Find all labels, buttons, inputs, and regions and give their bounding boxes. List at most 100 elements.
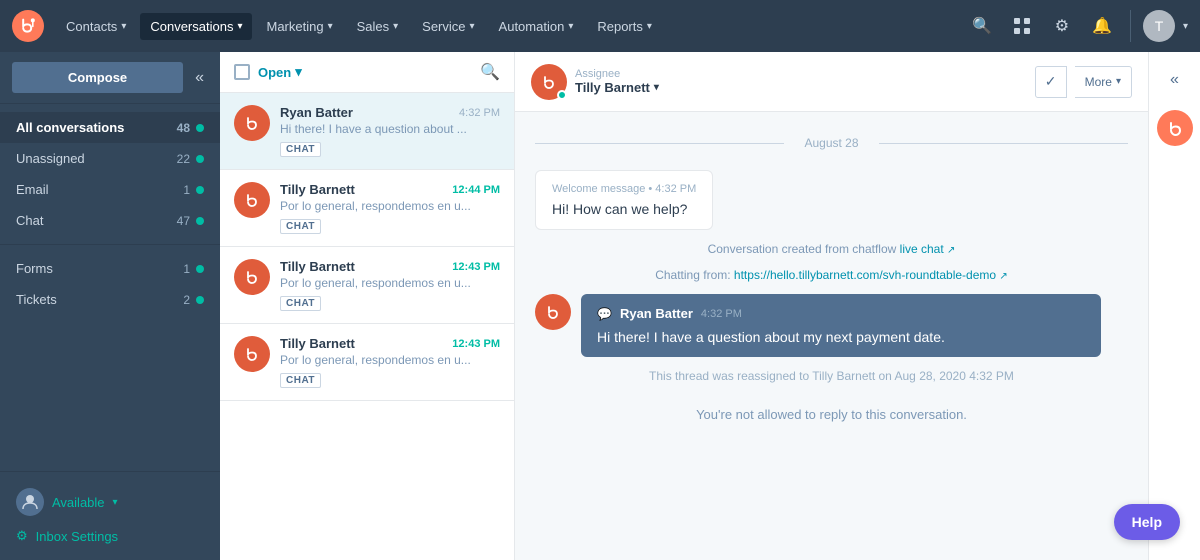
avatar: [234, 105, 270, 141]
sidebar-item-email[interactable]: Email 1: [0, 174, 220, 205]
chatflow-url-link[interactable]: https://hello.tillybarnett.com/svh-round…: [734, 268, 1008, 282]
chevron-down-icon: ▾: [121, 21, 126, 32]
user-message-avatar: [535, 294, 571, 330]
nav-divider: [1130, 10, 1131, 42]
gear-icon: ⚙: [16, 528, 28, 544]
no-reply-message: You're not allowed to reply to this conv…: [535, 395, 1128, 434]
hubspot-right-icon[interactable]: [1157, 110, 1193, 146]
chevron-down-icon: ▾: [328, 21, 333, 32]
assignee-name-button[interactable]: Tilly Barnett ▾: [575, 80, 659, 95]
search-icon[interactable]: 🔍: [966, 10, 998, 42]
conv-content: Tilly Barnett 12:43 PM Por lo general, r…: [280, 336, 500, 388]
select-all-checkbox[interactable]: [234, 64, 250, 80]
more-actions-button[interactable]: More ▾: [1075, 66, 1132, 98]
hubspot-logo[interactable]: [12, 10, 44, 42]
nav-item-service[interactable]: Service ▾: [412, 13, 484, 40]
external-link-icon: ↗: [999, 271, 1007, 282]
nav-item-sales[interactable]: Sales ▾: [347, 13, 409, 40]
avatar: [234, 336, 270, 372]
system-message-url: Chatting from: https://hello.tillybarnet…: [535, 268, 1128, 282]
search-conversations-button[interactable]: 🔍: [480, 62, 500, 82]
conv-content: Ryan Batter 4:32 PM Hi there! I have a q…: [280, 105, 500, 157]
nav-item-marketing[interactable]: Marketing ▾: [256, 13, 342, 40]
nav-icons: 🔍 ⚙ 🔔 T ▾: [966, 10, 1188, 42]
user-message-bubble: 💬 Ryan Batter 4:32 PM Hi there! I have a…: [581, 294, 1101, 357]
available-status-button[interactable]: Available ▾: [16, 482, 204, 522]
user-message-header: 💬 Ryan Batter 4:32 PM: [597, 306, 1085, 321]
top-nav: Contacts ▾ Conversations ▾ Marketing ▾ S…: [0, 0, 1200, 52]
reassign-message: This thread was reassigned to Tilly Barn…: [535, 369, 1128, 383]
chat-body: August 28 Welcome message • 4:32 PM Hi! …: [515, 112, 1148, 560]
chat-header: Assignee Tilly Barnett ▾ ✓ More ▾: [515, 52, 1148, 112]
chevron-down-icon: ▾: [1116, 76, 1121, 87]
message-meta: Welcome message • 4:32 PM: [552, 183, 696, 195]
avatar: [234, 182, 270, 218]
collapse-sidebar-button[interactable]: «: [191, 65, 208, 91]
sidebar-divider: [0, 244, 220, 245]
compose-row: Compose «: [0, 52, 220, 104]
conversation-item[interactable]: Tilly Barnett 12:43 PM Por lo general, r…: [220, 324, 514, 401]
sidebar-item-forms[interactable]: Forms 1: [0, 253, 220, 284]
resolve-button[interactable]: ✓: [1035, 66, 1067, 98]
right-panel: «: [1148, 52, 1200, 560]
compose-button[interactable]: Compose: [12, 62, 183, 93]
sidebar-item-chat[interactable]: Chat 47: [0, 205, 220, 236]
chat-icon: 💬: [597, 307, 612, 321]
conv-list-header: Open ▾ 🔍: [220, 52, 514, 93]
app-body: Compose « All conversations 48 Unassigne…: [0, 52, 1200, 560]
settings-icon[interactable]: ⚙: [1046, 10, 1078, 42]
nav-item-contacts[interactable]: Contacts ▾: [56, 13, 136, 40]
chevron-down-icon: ▾: [295, 64, 302, 80]
unread-dot: [196, 155, 204, 163]
chevron-down-icon: ▾: [568, 21, 573, 32]
assignee-info: Assignee Tilly Barnett ▾: [531, 64, 1025, 100]
online-indicator: [557, 90, 567, 100]
unread-dot: [196, 265, 204, 273]
notifications-icon[interactable]: 🔔: [1086, 10, 1118, 42]
avatar-icon: [16, 488, 44, 516]
unread-dot: [196, 186, 204, 194]
inbox-settings-link[interactable]: ⚙ Inbox Settings: [16, 522, 204, 550]
chevron-down-icon: ▾: [470, 21, 475, 32]
help-button[interactable]: Help: [1114, 504, 1180, 540]
unread-dot: [196, 217, 204, 225]
sidebar-nav: All conversations 48 Unassigned 22 Email…: [0, 104, 220, 471]
system-message-chatflow: Conversation created from chatflow live …: [535, 242, 1128, 256]
message-text: Hi! How can we help?: [552, 201, 696, 217]
marketplace-icon[interactable]: [1006, 10, 1038, 42]
chat-main: Assignee Tilly Barnett ▾ ✓ More ▾ August…: [515, 52, 1148, 560]
welcome-message-bubble: Welcome message • 4:32 PM Hi! How can we…: [535, 170, 713, 230]
sidebar-item-tickets[interactable]: Tickets 2: [0, 284, 220, 315]
sidebar-bottom: Available ▾ ⚙ Inbox Settings: [0, 471, 220, 560]
conversation-item[interactable]: Ryan Batter 4:32 PM Hi there! I have a q…: [220, 93, 514, 170]
chatflow-link[interactable]: live chat ↗: [900, 242, 956, 256]
assignee-details: Assignee Tilly Barnett ▾: [575, 68, 659, 95]
nav-item-conversations[interactable]: Conversations ▾: [140, 13, 252, 40]
sidebar-item-all-conversations[interactable]: All conversations 48: [0, 112, 220, 143]
user-chevron-icon[interactable]: ▾: [1183, 21, 1188, 32]
avatar: [234, 259, 270, 295]
assignee-avatar-wrap: [531, 64, 567, 100]
chevron-down-icon: ▾: [393, 21, 398, 32]
chevron-down-icon: ▾: [113, 497, 118, 508]
user-avatar[interactable]: T: [1143, 10, 1175, 42]
external-link-icon: ↗: [947, 245, 955, 256]
nav-item-reports[interactable]: Reports ▾: [587, 13, 662, 40]
conversations-list: Open ▾ 🔍 Ryan Batter 4:32 PM Hi there! I…: [220, 52, 515, 560]
unread-dot: [196, 124, 204, 132]
chevron-down-icon: ▾: [654, 82, 659, 93]
conv-content: Tilly Barnett 12:43 PM Por lo general, r…: [280, 259, 500, 311]
conversation-item[interactable]: Tilly Barnett 12:43 PM Por lo general, r…: [220, 247, 514, 324]
sidebar-item-unassigned[interactable]: Unassigned 22: [0, 143, 220, 174]
open-filter-button[interactable]: Open ▾: [258, 64, 302, 80]
chevron-down-icon: ▾: [647, 21, 652, 32]
nav-item-automation[interactable]: Automation ▾: [489, 13, 584, 40]
left-sidebar: Compose « All conversations 48 Unassigne…: [0, 52, 220, 560]
unread-dot: [196, 296, 204, 304]
chevron-down-icon: ▾: [237, 21, 242, 32]
collapse-right-panel-button[interactable]: «: [1157, 62, 1193, 98]
conversation-item[interactable]: Tilly Barnett 12:44 PM Por lo general, r…: [220, 170, 514, 247]
date-divider: August 28: [535, 136, 1128, 150]
conv-content: Tilly Barnett 12:44 PM Por lo general, r…: [280, 182, 500, 234]
user-message-row: 💬 Ryan Batter 4:32 PM Hi there! I have a…: [535, 294, 1128, 357]
